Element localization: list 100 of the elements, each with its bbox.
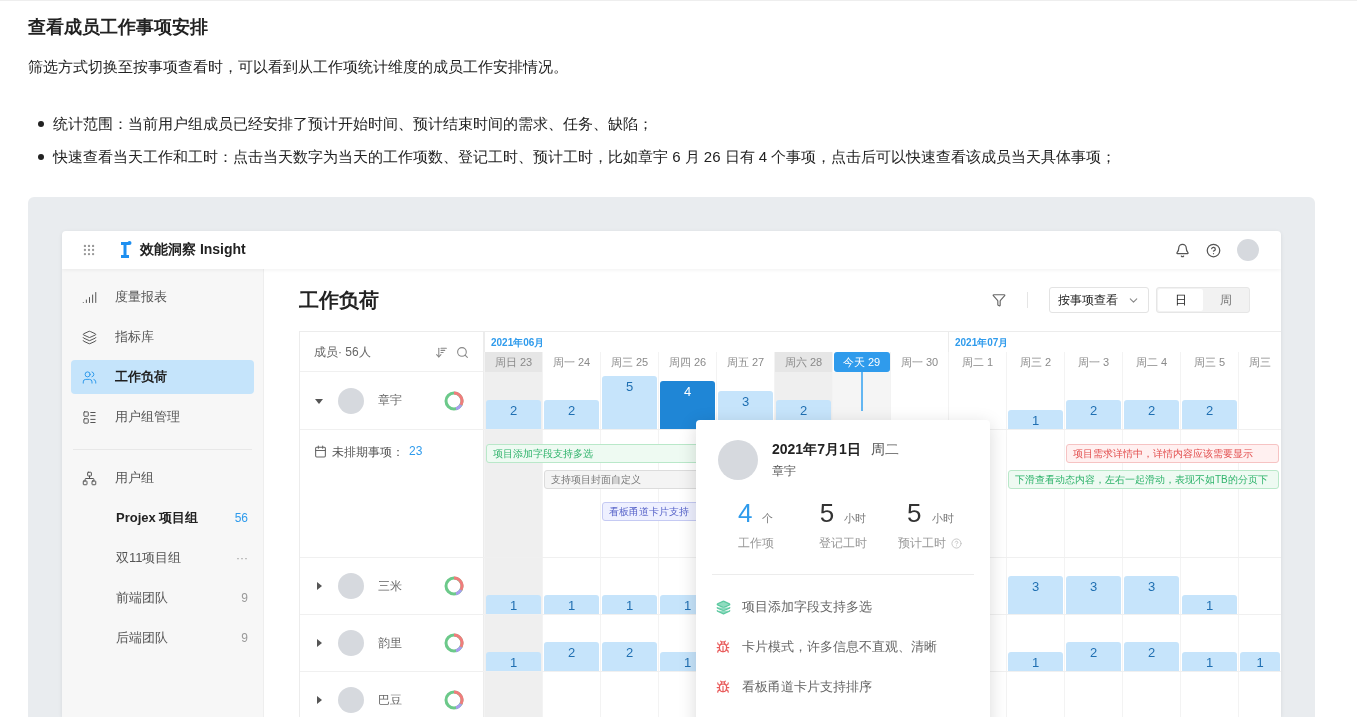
- stat-label: 登记工时: [819, 535, 867, 552]
- brand-name: 效能洞察 Insight: [140, 241, 246, 259]
- nav-item[interactable]: 指标库: [71, 320, 254, 354]
- work-item-title[interactable]: 项目添加字段支持多选: [742, 598, 872, 616]
- bullet-dot: [38, 120, 44, 127]
- ring-chart-icon: [444, 690, 464, 710]
- stat-unit: 小时: [931, 511, 954, 526]
- stat-value: 5: [907, 498, 922, 529]
- work-item-title[interactable]: 卡片模式，许多信息不直观、清晰: [742, 638, 937, 656]
- sort-icon[interactable]: [435, 345, 448, 359]
- bug-icon: [716, 680, 730, 694]
- member-name: 三米: [378, 577, 403, 595]
- nav-item[interactable]: 用户组管理: [71, 400, 254, 434]
- users-icon: [82, 369, 97, 385]
- day-label: 周二 4: [1135, 354, 1168, 370]
- nav-item[interactable]: 用户组: [71, 461, 254, 495]
- logo-icon: [118, 241, 132, 259]
- bullet-text: 统计范围：当前用户组成员已经安排了预计开始时间、预计结束时间的需求、任务、缺陷；: [53, 114, 653, 134]
- popover-weekday: 周二: [870, 440, 899, 459]
- group-item[interactable]: 前端团队: [116, 589, 168, 607]
- day-label: 周五 27: [726, 354, 765, 370]
- workload-bar[interactable]: 1: [486, 651, 541, 671]
- member-avatar: [718, 440, 758, 480]
- workload-bar[interactable]: 2: [544, 400, 599, 429]
- workload-bar[interactable]: 3: [1066, 575, 1121, 614]
- page-title: 工作负荷: [299, 287, 379, 313]
- filter-icon[interactable]: [992, 293, 1006, 307]
- nav-item[interactable]: 工作负荷: [71, 360, 254, 394]
- workload-bar[interactable]: 3: [1124, 575, 1179, 614]
- search-icon[interactable]: [456, 345, 469, 359]
- caret-icon[interactable]: [314, 695, 324, 705]
- workload-bar[interactable]: 1: [544, 594, 599, 614]
- member-name: 章宇: [378, 392, 403, 409]
- intro-text: 筛选方式切换至按事项查看时，可以看到从工作项统计维度的成员工作安排情况。: [28, 57, 569, 77]
- day-label: 周四 26: [668, 354, 707, 370]
- layers-icon: [82, 329, 97, 345]
- unscheduled-count[interactable]: 23: [409, 444, 423, 458]
- workload-bar[interactable]: 4: [660, 381, 715, 429]
- popover-member-name: 章宇: [772, 462, 797, 480]
- popover-date: 2021年7月1日: [772, 440, 861, 459]
- workload-bar[interactable]: 2: [544, 642, 599, 671]
- task-bar[interactable]: 项目需求详情中，详情内容应该需要显示: [1066, 444, 1279, 463]
- view-tab[interactable]: 周: [1203, 289, 1248, 311]
- workload-bar[interactable]: 1: [1182, 594, 1237, 614]
- view-select[interactable]: 按事项查看: [1049, 287, 1149, 313]
- section-heading: 查看成员工作事项安排: [28, 16, 209, 39]
- group-count: 9: [241, 631, 248, 645]
- stat-label: 工作项: [737, 535, 774, 552]
- day-label: 周六 28: [784, 354, 823, 370]
- day-label: 周日 23: [494, 354, 533, 370]
- member-avatar: [338, 387, 364, 414]
- app-grid-icon[interactable]: [82, 243, 96, 257]
- workload-bar[interactable]: 5: [602, 376, 657, 429]
- list-icon: [82, 409, 97, 425]
- workload-bar[interactable]: 2: [1182, 400, 1237, 429]
- notification-icon[interactable]: [1175, 242, 1190, 258]
- day-label: 周一 3: [1077, 354, 1110, 370]
- group-item[interactable]: Projex 项目组: [116, 509, 199, 527]
- caret-icon[interactable]: [314, 581, 324, 591]
- bullet-text: 快速查看当天工作和工时：点击当天数字为当天的工作项数、登记工时、预计工时，比如章宇 6 月 26 日有 4 个事项，点击后可以快速查看该成员当天具体事项；: [53, 147, 1117, 167]
- hierarchy-icon: [82, 470, 97, 486]
- help-icon[interactable]: [1206, 242, 1221, 258]
- workload-bar[interactable]: 2: [486, 400, 541, 429]
- workload-bar[interactable]: 1: [602, 594, 657, 614]
- member-name: 韵里: [378, 634, 403, 652]
- day-label: 周一 30: [900, 354, 939, 370]
- workload-bar[interactable]: 1: [486, 594, 541, 614]
- day-label: 周三 5: [1193, 354, 1226, 370]
- bullet-dot: [38, 153, 44, 160]
- work-item-title[interactable]: 看板甬道卡片支持排序: [742, 678, 872, 696]
- group-count: 56: [234, 511, 248, 525]
- bar-chart-icon: [82, 289, 97, 305]
- workload-bar[interactable]: 1: [1240, 651, 1280, 671]
- day-label: 周三 2: [1019, 354, 1052, 370]
- workload-bar[interactable]: 2: [1066, 642, 1121, 671]
- task-bar[interactable]: 下滑查看动态内容，左右一起滑动，表现不如TB的分页下: [1008, 470, 1279, 489]
- workload-bar[interactable]: 2: [1124, 400, 1179, 429]
- layers-icon: [716, 599, 731, 615]
- view-tab[interactable]: 日: [1158, 289, 1203, 311]
- stat-label: 预计工时: [898, 535, 947, 552]
- member-header: 成员· 56人: [314, 343, 372, 361]
- group-item[interactable]: 双11项目组: [116, 549, 182, 567]
- group-count: ···: [236, 551, 248, 565]
- nav-item[interactable]: 度量报表: [71, 280, 254, 314]
- workload-bar[interactable]: 1: [1182, 651, 1237, 671]
- day-label: 周三 25: [610, 354, 649, 370]
- unscheduled-label: 未排期事项：: [332, 444, 404, 461]
- workload-bar[interactable]: 3: [1008, 575, 1063, 614]
- workload-bar[interactable]: 1: [1008, 651, 1063, 671]
- workload-bar[interactable]: 2: [602, 642, 657, 671]
- caret-icon[interactable]: [314, 638, 324, 648]
- workload-bar[interactable]: 1: [1008, 409, 1063, 429]
- day-label: 周三: [1249, 354, 1271, 370]
- workload-bar[interactable]: 2: [1066, 400, 1121, 429]
- member-name: 巴豆: [378, 691, 403, 709]
- workload-bar[interactable]: 2: [1124, 642, 1179, 671]
- day-label: 周一 24: [552, 354, 591, 370]
- day-label: 周二 1: [961, 354, 994, 370]
- group-item[interactable]: 后端团队: [116, 629, 168, 647]
- group-count: 9: [241, 591, 248, 605]
